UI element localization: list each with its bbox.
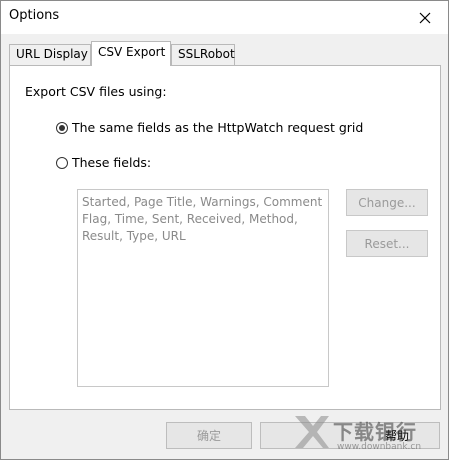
radio-same-fields[interactable]: The same fields as the HttpWatch request… <box>56 120 363 135</box>
radio-unchecked-icon <box>56 156 68 169</box>
tab-label: SSLRobot <box>178 47 235 61</box>
options-dialog: Options URL Display CSV Export SSLRobot … <box>0 0 449 460</box>
change-button[interactable]: Change... <box>346 189 428 216</box>
radio-checked-icon <box>56 121 68 134</box>
tab-sslrobot[interactable]: SSLRobot <box>171 44 235 65</box>
title-bar: Options <box>1 1 448 34</box>
tab-csv-export[interactable]: CSV Export <box>91 41 171 66</box>
fields-list: Started, Page Title, Warnings, Comment F… <box>77 189 329 387</box>
radio-same-fields-label: The same fields as the HttpWatch request… <box>72 120 364 135</box>
radio-these-fields[interactable]: These fields: <box>56 155 151 170</box>
radio-these-fields-label: These fields: <box>72 155 152 170</box>
csv-export-panel: Export CSV files using: The same fields … <box>9 65 441 410</box>
close-icon <box>419 12 431 23</box>
window-title: Options <box>9 8 60 23</box>
tab-label: CSV Export <box>98 45 166 59</box>
export-label: Export CSV files using: <box>25 84 167 99</box>
reset-button[interactable]: Reset... <box>346 230 428 257</box>
help-button[interactable]: 帮助 <box>260 422 440 449</box>
ok-button[interactable]: 确定 <box>166 422 252 449</box>
close-button[interactable] <box>402 1 448 34</box>
tab-url-display[interactable]: URL Display <box>9 44 91 65</box>
tab-label: URL Display <box>16 47 88 61</box>
